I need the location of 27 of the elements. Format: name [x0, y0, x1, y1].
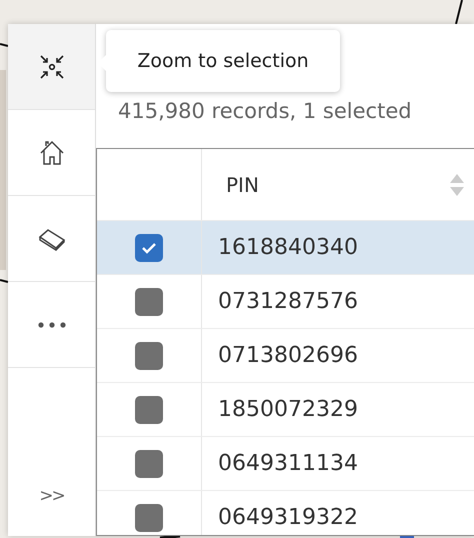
column-header[interactable]: PIN [226, 172, 259, 196]
zoom-in-arrows-icon [38, 54, 64, 80]
table-cell: 0713802696 [218, 343, 358, 368]
eraser-icon [38, 226, 66, 250]
table-cell: 0649311134 [218, 451, 358, 476]
more-icon [38, 322, 66, 328]
checkbox[interactable] [135, 450, 163, 478]
checkbox[interactable] [135, 504, 163, 532]
table-row[interactable]: 1850072329 [97, 383, 474, 437]
table-row[interactable]: 0649311134 [97, 437, 474, 491]
home-button[interactable] [8, 110, 95, 196]
table-row[interactable]: 1618840340 [97, 221, 474, 275]
table-row[interactable]: 0713802696 [97, 329, 474, 383]
tooltip-text: Zoom to selection [137, 50, 309, 72]
checkmark-icon [141, 242, 157, 254]
table-cell: 0731287576 [218, 289, 358, 314]
checkbox[interactable] [135, 288, 163, 316]
table-cell: 1850072329 [218, 397, 358, 422]
checkbox[interactable] [135, 396, 163, 424]
table-cell: 0649319322 [218, 505, 358, 530]
home-icon [38, 140, 64, 166]
record-count: 415,980 records, 1 selected [118, 99, 412, 123]
table-row[interactable]: 0731287576 [97, 275, 474, 329]
checkbox[interactable] [135, 234, 163, 262]
table-cell: 1618840340 [218, 235, 358, 260]
checkbox[interactable] [135, 342, 163, 370]
expand-button[interactable]: >> [8, 468, 95, 524]
